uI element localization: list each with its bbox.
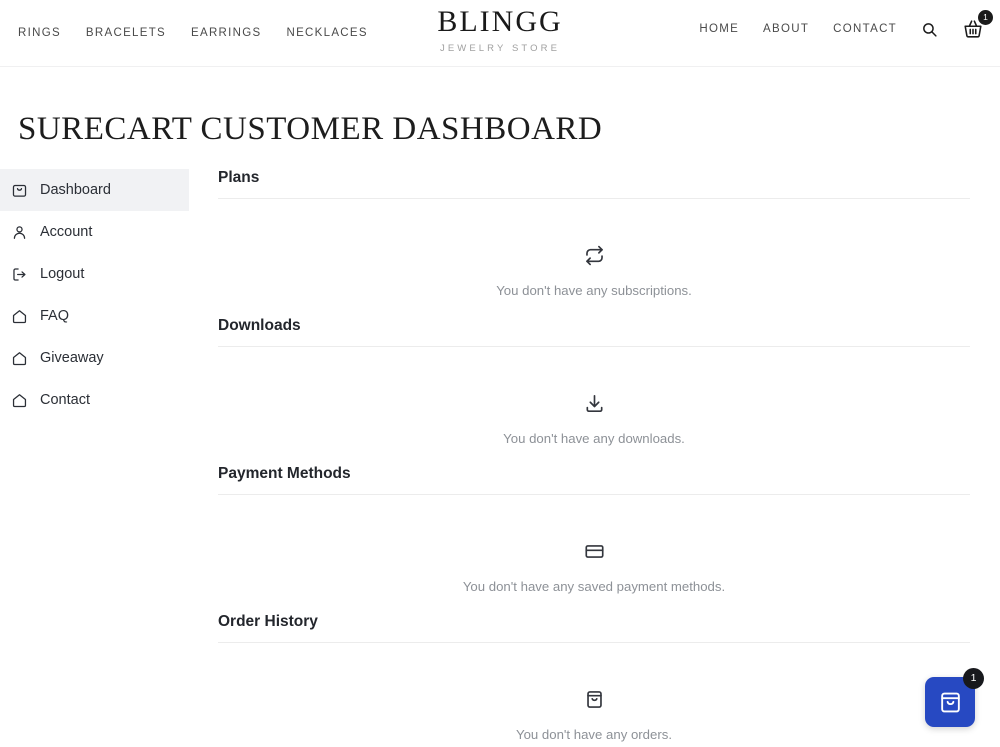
sidebar-item-label: Contact	[40, 392, 90, 408]
nav-link-home[interactable]: HOME	[699, 23, 739, 35]
nav-link-rings[interactable]: RINGS	[18, 27, 61, 39]
section-empty-state: You don't have any orders.	[218, 643, 970, 747]
sidebar-item-label: Dashboard	[40, 182, 111, 198]
sidebar-item-label: Giveaway	[40, 350, 104, 366]
home-icon	[10, 349, 28, 367]
floating-cart-count-badge: 1	[963, 668, 984, 689]
section-title: Order History	[218, 613, 318, 630]
empty-message: You don't have any downloads.	[503, 430, 685, 446]
floating-cart-button[interactable]: 1	[925, 668, 984, 727]
section-empty-state: You don't have any subscriptions.	[218, 199, 970, 317]
dashboard-sidebar: Dashboard Account Logout FAQ Giveaway Co…	[0, 169, 189, 421]
sidebar-item-faq[interactable]: FAQ	[0, 295, 189, 337]
shopping-bag-icon	[10, 181, 28, 199]
nav-link-bracelets[interactable]: BRACELETS	[86, 27, 166, 39]
nav-link-earrings[interactable]: EARRINGS	[191, 27, 261, 39]
primary-nav-left: RINGS BRACELETS EARRINGS NECKLACES	[0, 27, 368, 39]
section-title: Downloads	[218, 317, 301, 334]
page-title: SURECART CUSTOMER DASHBOARD	[18, 111, 603, 147]
section-title: Payment Methods	[218, 465, 351, 482]
section-payment-methods: Payment Methods You don't have any saved…	[218, 465, 970, 613]
empty-message: You don't have any subscriptions.	[496, 282, 692, 298]
section-order-history: Order History You don't have any orders.	[218, 613, 970, 747]
sidebar-item-label: Logout	[40, 266, 85, 282]
search-icon[interactable]	[921, 21, 938, 38]
site-header: RINGS BRACELETS EARRINGS NECKLACES BLING…	[0, 0, 1000, 67]
cart-count-badge: 1	[978, 10, 993, 25]
section-downloads: Downloads You don't have any downloads.	[218, 317, 970, 465]
section-empty-state: You don't have any downloads.	[218, 347, 970, 465]
cart-button[interactable]: 1	[962, 10, 993, 40]
nav-link-contact[interactable]: CONTACT	[833, 23, 897, 35]
credit-card-icon	[584, 541, 605, 567]
section-title: Plans	[218, 169, 260, 186]
sidebar-item-contact[interactable]: Contact	[0, 379, 189, 421]
home-icon	[10, 391, 28, 409]
sidebar-item-label: Account	[40, 224, 93, 240]
download-icon	[584, 393, 605, 419]
sidebar-item-giveaway[interactable]: Giveaway	[0, 337, 189, 379]
sidebar-item-logout[interactable]: Logout	[0, 253, 189, 295]
empty-message: You don't have any saved payment methods…	[462, 578, 726, 594]
sidebar-item-account[interactable]: Account	[0, 211, 189, 253]
primary-nav-right: HOME ABOUT CONTACT 1	[699, 10, 993, 40]
logout-icon	[10, 265, 28, 283]
user-icon	[10, 223, 28, 241]
repeat-subscription-icon	[584, 245, 605, 271]
brand-tagline: JEWELRY STORE	[439, 42, 561, 54]
section-empty-state: You don't have any saved payment methods…	[218, 495, 970, 613]
section-plans: Plans You don't have any subscriptions.	[218, 169, 970, 317]
sidebar-item-label: FAQ	[40, 308, 70, 324]
shopping-bag-icon	[940, 692, 960, 712]
home-icon	[10, 307, 28, 325]
dashboard-main: Plans You don't have any subscriptions. …	[189, 169, 1000, 747]
shopping-bag-icon	[584, 689, 605, 715]
empty-message: You don't have any orders.	[516, 726, 672, 742]
sidebar-item-dashboard[interactable]: Dashboard	[0, 169, 189, 211]
dashboard-layout: Dashboard Account Logout FAQ Giveaway Co…	[0, 169, 1000, 747]
nav-link-necklaces[interactable]: NECKLACES	[286, 27, 367, 39]
nav-link-about[interactable]: ABOUT	[763, 23, 809, 35]
